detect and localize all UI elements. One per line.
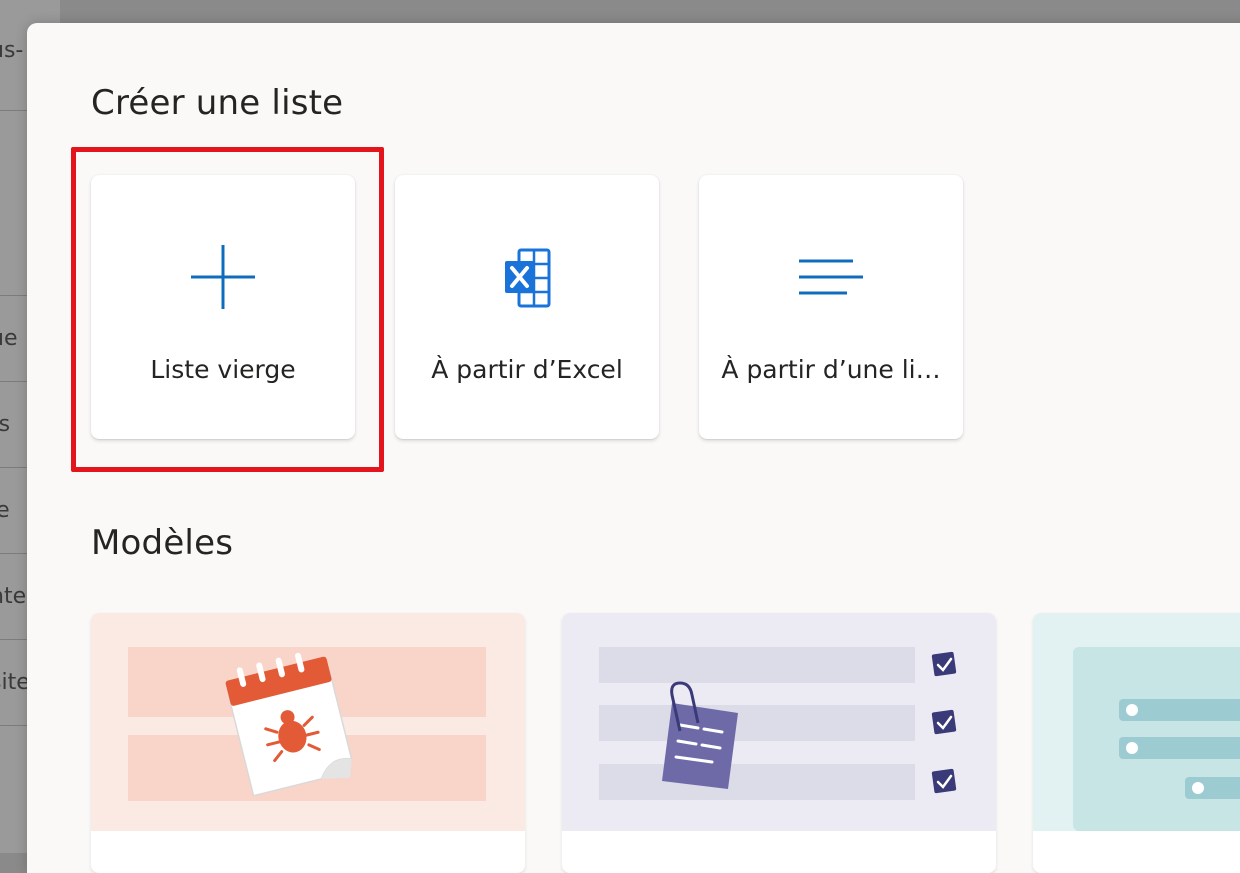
plus-icon [191,245,255,309]
template-card-list[interactable] [1033,613,1240,873]
background-divider [0,467,30,468]
background-divider [0,110,30,111]
template-card-checklist[interactable] [562,613,996,873]
background-divider [0,381,30,382]
list-rows-illustration [1033,613,1240,831]
from-existing-list-tile[interactable]: À partir d’une li… [699,175,963,439]
from-excel-tile[interactable]: À partir d’Excel [395,175,659,439]
background-divider [0,725,30,726]
create-list-dialog: Créer une liste Liste vierge À partir d’… [27,23,1240,873]
background-divider [0,295,30,296]
excel-icon [505,248,551,308]
blank-list-tile[interactable]: Liste vierge [91,175,355,439]
checklist-illustration [562,613,996,831]
from-existing-list-label: À partir d’une li… [721,355,941,384]
from-excel-label: À partir d’Excel [431,355,623,384]
template-card-issue-tracker[interactable] [91,613,525,873]
background-divider [0,553,30,554]
background-divider [0,639,30,640]
lines-icon [799,259,863,295]
calendar-bug-illustration [91,613,525,831]
create-list-title: Créer une liste [91,83,344,123]
templates-title: Modèles [91,523,234,563]
blank-list-label: Liste vierge [150,355,296,384]
